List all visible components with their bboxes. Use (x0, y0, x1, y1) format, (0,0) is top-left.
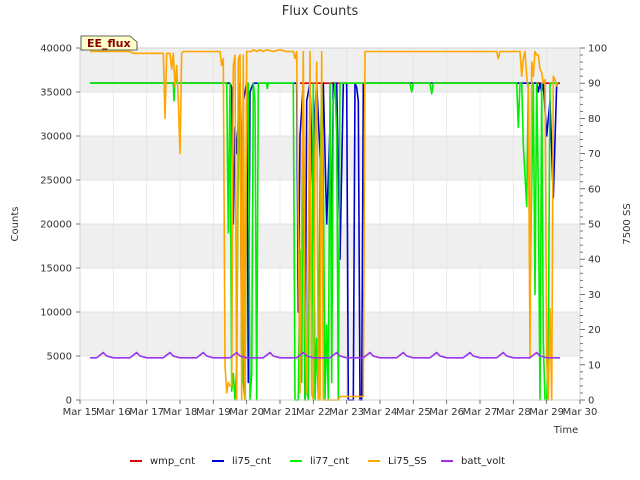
station-tag: EE_flux (80, 35, 138, 51)
legend-label: wmp_cnt (150, 456, 195, 467)
legend-label: li77_cnt (310, 456, 349, 467)
y-tick-label: 5000 (47, 352, 72, 363)
x-tick-label: Mar 16 (96, 407, 131, 418)
y-tick-label: 20000 (40, 220, 72, 231)
y2-tick-label: 20 (588, 325, 601, 336)
x-tick-label: Mar 23 (329, 407, 364, 418)
y-axis-title: Counts (10, 207, 21, 242)
y2-tick-label: 40 (588, 255, 601, 266)
y2-tick-label: 90 (588, 79, 601, 90)
x-tick-label: Mar 26 (429, 407, 464, 418)
station-tag-label: EE_flux (87, 37, 131, 50)
y-tick-label: 25000 (40, 176, 72, 187)
x-tick-label: Mar 20 (229, 407, 264, 418)
y2-tick-label: 80 (588, 114, 601, 125)
y2-tick-label: 50 (588, 220, 601, 231)
y-tick-label: 35000 (40, 88, 72, 99)
y-tick-label: 30000 (40, 132, 72, 143)
y-tick-label: 15000 (40, 264, 72, 275)
y2-axis-title: 7500 SS (622, 203, 633, 244)
chart-title: Flux Counts (282, 4, 359, 19)
x-tick-label: Mar 25 (396, 407, 431, 418)
x-tick-label: Mar 27 (463, 407, 498, 418)
x-tick-label: Mar 15 (63, 407, 98, 418)
flux-counts-chart: Mar 15Mar 16Mar 17Mar 18Mar 19Mar 20Mar … (0, 0, 640, 480)
legend-label: li75_cnt (232, 456, 271, 467)
y2-tick-label: 100 (588, 44, 607, 55)
x-tick-label: Mar 19 (196, 407, 231, 418)
x-tick-label: Mar 17 (129, 407, 164, 418)
x-tick-label: Mar 22 (296, 407, 331, 418)
x-tick-label: Mar 28 (496, 407, 531, 418)
x-tick-label: Mar 30 (563, 407, 598, 418)
y2-tick-label: 10 (588, 360, 601, 371)
x-axis-title: Time (553, 425, 578, 436)
x-tick-label: Mar 18 (163, 407, 198, 418)
y2-tick-label: 70 (588, 149, 601, 160)
y2-tick-label: 0 (588, 396, 594, 407)
y-tick-label: 40000 (40, 44, 72, 55)
legend-label: batt_volt (461, 456, 505, 467)
legend-label: Li75_SS (388, 456, 427, 467)
x-tick-label: Mar 24 (363, 407, 398, 418)
y-tick-label: 10000 (40, 308, 72, 319)
y-tick-label: 0 (66, 396, 72, 407)
x-tick-label: Mar 21 (263, 407, 298, 418)
grid-band (80, 312, 580, 356)
y2-tick-label: 60 (588, 184, 601, 195)
y2-tick-label: 30 (588, 290, 601, 301)
x-tick-label: Mar 29 (529, 407, 564, 418)
